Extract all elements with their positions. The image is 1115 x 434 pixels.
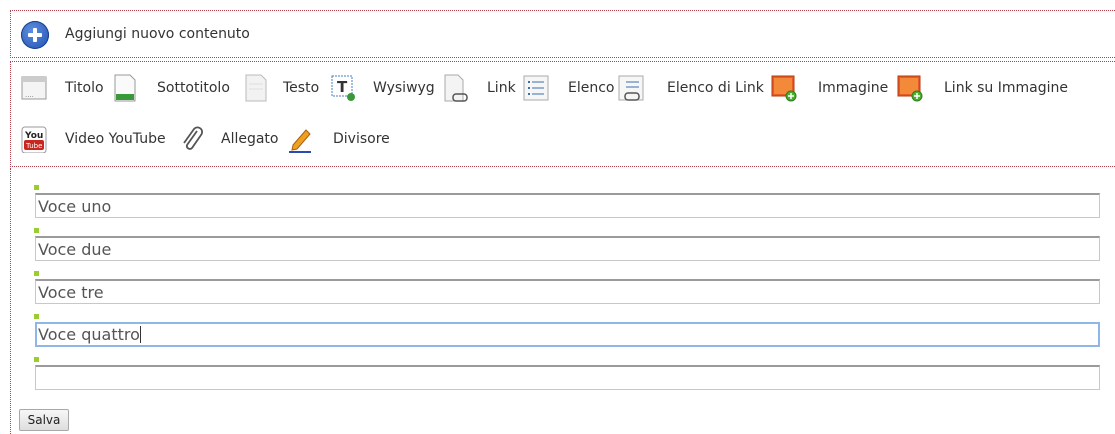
add-content-label[interactable]: Aggiungi nuovo contenuto xyxy=(65,26,250,42)
tool-allegato[interactable]: Allegato xyxy=(179,125,289,155)
tool-divisore[interactable]: Divisore xyxy=(287,125,397,155)
list-icon xyxy=(523,75,549,101)
tool-titolo[interactable]: .... Titolo xyxy=(21,74,111,104)
tool-label: Elenco di Link xyxy=(667,80,764,96)
list-editor: Voce uno Voce due Voce tre Voce quattro … xyxy=(10,168,1115,434)
tool-label: Elenco xyxy=(568,80,615,96)
content-type-toolbar: .... Titolo Sottotitolo Testo T Wysiwyg xyxy=(10,61,1115,167)
tool-link-su-immagine[interactable]: Link su Immagine xyxy=(897,74,1082,104)
subtitle-icon xyxy=(114,74,136,102)
tool-elenco[interactable]: Elenco xyxy=(523,74,615,104)
svg-text:T: T xyxy=(337,78,348,96)
tool-label: Testo xyxy=(283,80,320,96)
tool-label: Wysiwyg xyxy=(373,80,435,96)
list-item-input[interactable] xyxy=(35,365,1100,390)
tool-label: Link xyxy=(487,80,516,96)
list-item-input[interactable]: Voce tre xyxy=(35,279,1100,304)
svg-text:....: .... xyxy=(25,91,34,99)
tool-testo[interactable]: Testo xyxy=(243,74,328,104)
tool-label: Titolo xyxy=(65,80,104,96)
image-link-icon xyxy=(897,75,923,102)
svg-text:Tube: Tube xyxy=(25,142,42,150)
link-icon xyxy=(444,74,468,102)
add-icon[interactable] xyxy=(21,21,49,49)
tool-label: Allegato xyxy=(221,131,279,147)
list-item-marker xyxy=(34,228,39,233)
wysiwyg-icon: T xyxy=(331,75,355,101)
list-item-input-focused[interactable]: Voce quattro xyxy=(35,322,1100,347)
list-item-marker xyxy=(34,271,39,276)
text-icon xyxy=(245,74,267,102)
add-content-bar: Aggiungi nuovo contenuto xyxy=(10,10,1115,58)
image-icon xyxy=(771,75,797,102)
tool-label: Divisore xyxy=(333,131,390,147)
tool-wysiwyg[interactable]: T Wysiwyg xyxy=(329,74,439,104)
list-item-value: Voce quattro xyxy=(38,325,140,344)
tool-label: Immagine xyxy=(818,80,889,96)
save-button[interactable]: Salva xyxy=(19,409,69,431)
tool-label: Video YouTube xyxy=(65,131,166,147)
tool-sottotitolo[interactable]: Sottotitolo xyxy=(112,74,242,104)
pencil-icon xyxy=(289,129,311,153)
tool-immagine[interactable]: Immagine xyxy=(771,74,895,104)
paperclip-icon xyxy=(183,126,203,150)
tool-label: Link su Immagine xyxy=(944,80,1068,96)
list-item-input[interactable]: Voce due xyxy=(35,236,1100,261)
tool-elenco-di-link[interactable]: Elenco di Link xyxy=(618,74,768,104)
tool-video-youtube[interactable]: You Tube Video YouTube xyxy=(21,125,181,155)
tool-label: Sottotitolo xyxy=(157,80,230,96)
tool-link[interactable]: Link xyxy=(442,74,522,104)
list-item-input[interactable]: Voce uno xyxy=(35,193,1100,218)
text-cursor xyxy=(139,326,141,343)
list-item-marker xyxy=(34,314,39,319)
list-item-marker xyxy=(34,357,39,362)
list-item-marker xyxy=(34,185,39,190)
youtube-icon: You Tube xyxy=(21,126,47,153)
link-list-icon xyxy=(618,75,644,101)
title-icon: .... xyxy=(21,76,47,100)
svg-text:You: You xyxy=(24,131,43,141)
